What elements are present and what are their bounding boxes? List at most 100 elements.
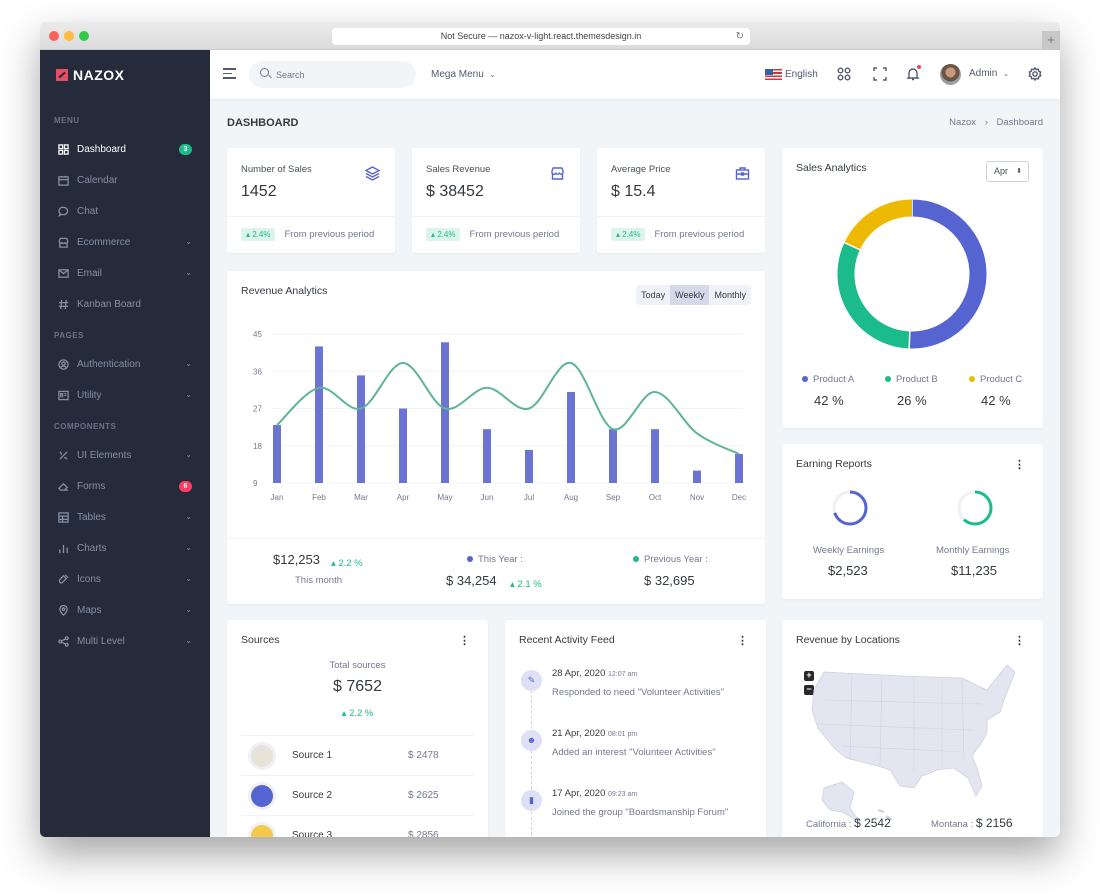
sidebar-item-ui-elements[interactable]: UI Elements ⌄ [40, 440, 210, 471]
sidebar-item-label: Email [77, 268, 103, 279]
sidebar-item-chat[interactable]: Chat [40, 196, 210, 227]
legend-dot [802, 376, 808, 383]
sidebar-item-tables[interactable]: Tables ⌄ [40, 502, 210, 533]
bar-apr[interactable] [399, 408, 407, 484]
browser-window: Not Secure — nazox-v-light.react.themesd… [40, 22, 1060, 837]
apps-icon[interactable] [837, 67, 851, 81]
language-dropdown[interactable]: English [765, 69, 818, 80]
sidebar-item-maps[interactable]: Maps ⌄ [40, 595, 210, 626]
bar-nov[interactable] [693, 470, 701, 483]
fullscreen-icon[interactable] [873, 67, 887, 81]
more-options-icon[interactable]: ⋮ [737, 634, 748, 647]
chevron-down-icon: ⌄ [185, 390, 192, 399]
tab-weekly[interactable]: Weekly [670, 285, 710, 305]
sidebar-badge: 3 [179, 144, 192, 155]
close-window-button[interactable] [49, 31, 59, 41]
address-bar[interactable]: Not Secure — nazox-v-light.react.themesd… [332, 28, 750, 45]
tab-monthly[interactable]: Monthly [709, 285, 751, 305]
source-logo-icon [251, 825, 273, 837]
tab-today[interactable]: Today [636, 285, 670, 305]
this-month-change: ▴ 2.2 % [331, 553, 363, 571]
user-dropdown[interactable]: Admin ⌄ [969, 68, 1009, 79]
bar-feb[interactable] [315, 346, 323, 483]
user-avatar[interactable] [940, 64, 961, 85]
bar-may[interactable] [441, 342, 449, 483]
bar-jul[interactable] [525, 449, 533, 483]
user-icon: ☻ [521, 730, 542, 751]
sidebar-item-charts[interactable]: Charts ⌄ [40, 533, 210, 564]
sidebar-item-icons[interactable]: Icons ⌄ [40, 564, 210, 595]
usa-map[interactable] [782, 660, 1043, 830]
stat-card-number-of-sales: Number of Sales 1452 ▴ 2.4% From previou… [227, 148, 395, 253]
more-options-icon[interactable]: ⋮ [1014, 458, 1025, 471]
topbar: Mega Menu ⌄ English Admin ⌄ [210, 50, 1060, 99]
activity-date-text: 17 Apr, 2020 [552, 788, 606, 799]
minimize-window-button[interactable] [64, 31, 74, 41]
activity-date: 21 Apr, 2020 08:01 pm [552, 728, 637, 739]
source-value: $ 2625 [408, 790, 439, 801]
bar-mar[interactable] [357, 375, 365, 483]
change-value: 2.4% [622, 230, 641, 239]
stat-value: $ 38452 [426, 183, 484, 200]
sidebar-item-kanban-board[interactable]: Kanban Board [40, 289, 210, 320]
donut-slice-product-b[interactable] [837, 242, 911, 349]
sidebar-item-label: Kanban Board [77, 299, 141, 310]
more-options-icon[interactable]: ⋮ [1014, 634, 1025, 647]
bar-dec[interactable] [735, 454, 743, 483]
sidebar-item-email[interactable]: Email ⌄ [40, 258, 210, 289]
bar-jun[interactable] [483, 429, 491, 483]
sidebar-item-label: Dashboard [77, 144, 126, 155]
sidebar-item-ecommerce[interactable]: Ecommerce ⌄ [40, 227, 210, 258]
chevron-down-icon: ⌄ [185, 359, 192, 368]
sidebar-item-forms[interactable]: Forms 6 [40, 471, 210, 502]
donut-slice-product-a[interactable] [909, 199, 987, 349]
this-year-label-text: This Year : [478, 554, 523, 565]
legend-item: Product A [802, 374, 854, 385]
sidebar-item-authentication[interactable]: Authentication ⌄ [40, 349, 210, 380]
source-row[interactable]: Source 3 $ 2856 [241, 815, 474, 837]
sidebar-item-label: Ecommerce [77, 237, 131, 248]
pencil-ruler-icon [57, 450, 69, 462]
bar-jan[interactable] [273, 425, 281, 483]
source-value: $ 2856 [408, 830, 439, 837]
breadcrumb-current: Dashboard [996, 117, 1043, 128]
change-badge: ▴ 2.4% [241, 228, 276, 241]
menu-toggle-icon[interactable] [223, 68, 236, 79]
donut-slice-product-c[interactable] [844, 199, 913, 251]
more-options-icon[interactable]: ⋮ [459, 634, 470, 647]
bar-sep[interactable] [609, 429, 617, 483]
bar-aug[interactable] [567, 391, 575, 483]
x-tick-label: Sep [606, 493, 621, 502]
month-select[interactable]: Apr ⬍ [986, 161, 1029, 182]
slice-separator [908, 331, 911, 349]
this-year-label: This Year : [467, 554, 523, 565]
sidebar-item-label: Charts [77, 543, 107, 554]
breadcrumb-link-home[interactable]: Nazox [949, 117, 976, 128]
card-title: Revenue Analytics [241, 285, 328, 297]
change-text: From previous period [654, 229, 745, 240]
x-tick-label: Apr [397, 493, 410, 502]
sidebar-item-utility[interactable]: Utility ⌄ [40, 380, 210, 411]
legend-dot [885, 376, 891, 383]
mega-menu-dropdown[interactable]: Mega Menu ⌄ [431, 69, 495, 80]
settings-gear-icon[interactable] [1028, 66, 1042, 82]
source-row[interactable]: Source 1 $ 2478 [241, 735, 474, 775]
sidebar-item-multi-level[interactable]: Multi Level ⌄ [40, 626, 210, 657]
sidebar-item-dashboard[interactable]: Dashboard 3 [40, 134, 210, 165]
sidebar-item-calendar[interactable]: Calendar [40, 165, 210, 196]
chevron-down-icon: ⌄ [185, 636, 192, 645]
earning-reports-card: Earning Reports ⋮ Weekly Earnings $2,523… [782, 444, 1043, 599]
search-input[interactable] [276, 61, 406, 88]
legend-label: Product C [980, 374, 1023, 385]
new-tab-button[interactable]: + [1042, 31, 1060, 50]
maximize-window-button[interactable] [79, 31, 89, 41]
revenue-analytics-card: Revenue Analytics Today Weekly Monthly 9… [227, 271, 765, 604]
reload-icon[interactable]: ↻ [736, 28, 744, 45]
bar-oct[interactable] [651, 429, 659, 483]
notification-bell-icon[interactable] [906, 65, 921, 81]
legend-value: 26 % [897, 393, 927, 408]
revenue-chart: 9 18 27 36 45 Jan Feb Mar Apr May Jun Jul Aug Sep Oct N… [253, 330, 746, 502]
brand-logo[interactable]: NAZOX [56, 67, 125, 83]
source-row[interactable]: Source 2 $ 2625 [241, 775, 474, 815]
stat-footer: ▴ 2.4% From previous period [426, 228, 559, 241]
